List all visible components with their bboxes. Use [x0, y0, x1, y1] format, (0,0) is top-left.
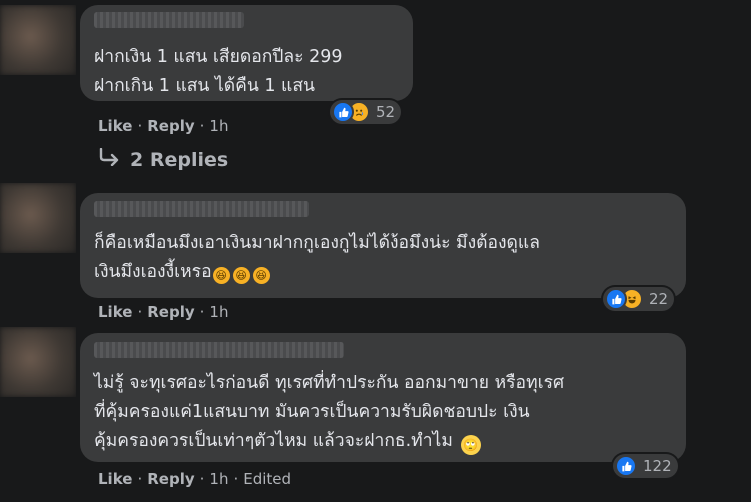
thumbs-up-icon [615, 455, 637, 477]
reaction-count: 22 [649, 290, 669, 308]
reaction-summary[interactable]: 122 [613, 454, 678, 478]
comment-actions: Like · Reply · 1h · Edited [98, 470, 291, 488]
avatar[interactable] [0, 5, 76, 75]
separator: · [233, 470, 239, 488]
reply-button[interactable]: Reply [147, 117, 194, 135]
edited-label: Edited [243, 470, 292, 488]
author-name-redacted[interactable] [94, 12, 244, 28]
comment-actions: Like · Reply · 1h [98, 117, 228, 135]
like-button[interactable]: Like [98, 303, 132, 321]
reaction-count: 122 [643, 457, 672, 475]
separator: · [199, 117, 205, 135]
comment-bubble: ไม่รู้ จะทุเรศอะไรก่อนดี ทุเรศที่ทำประกั… [80, 333, 686, 462]
avatar[interactable] [0, 327, 76, 397]
thumbs-up-icon [605, 288, 627, 310]
comment-body: ก็คือเหมือนมึงเอาเงินมาฝากกูเองกูไม่ได้ง… [94, 233, 540, 282]
view-replies-link[interactable]: 2 Replies [98, 147, 228, 171]
separator: · [199, 303, 205, 321]
separator: · [199, 470, 205, 488]
replies-count-label[interactable]: 2 Replies [130, 149, 228, 171]
like-button[interactable]: Like [98, 117, 132, 135]
thumbs-up-icon [332, 101, 354, 123]
reaction-summary[interactable]: 22 [603, 287, 675, 311]
timestamp[interactable]: 1h [209, 470, 228, 488]
reaction-summary[interactable]: 52 [330, 100, 402, 124]
rofl-emoji-icon: 😆 [212, 267, 230, 284]
comment-bubble: ฝากเงิน 1 แสน เสียดอกปีละ 299 ฝากเกิน 1 … [80, 5, 413, 101]
rolling-eyes-emoji-icon: 🙄 [460, 435, 481, 455]
comment-text: ไม่รู้ จะทุเรศอะไรก่อนดี ทุเรศที่ทำประกั… [94, 369, 672, 456]
comment-bubble: ก็คือเหมือนมึงเอาเงินมาฝากกูเองกูไม่ได้ง… [80, 193, 686, 298]
separator: · [137, 117, 143, 135]
reply-button[interactable]: Reply [147, 470, 194, 488]
separator: · [137, 470, 143, 488]
rofl-emoji-icon: 😆 [252, 267, 270, 284]
reaction-count: 52 [376, 103, 396, 121]
comment-text: ก็คือเหมือนมึงเอาเงินมาฝากกูเองกูไม่ได้ง… [94, 229, 672, 287]
comment-actions: Like · Reply · 1h [98, 303, 228, 321]
timestamp[interactable]: 1h [209, 303, 228, 321]
timestamp[interactable]: 1h [209, 117, 228, 135]
like-button[interactable]: Like [98, 470, 132, 488]
reply-arrow-icon [98, 147, 120, 171]
author-name-redacted[interactable] [94, 342, 344, 358]
rofl-emoji-icon: 😆 [232, 267, 250, 284]
comment-text: ฝากเงิน 1 แสน เสียดอกปีละ 299 ฝากเกิน 1 … [94, 47, 343, 96]
avatar[interactable] [0, 183, 76, 253]
reply-button[interactable]: Reply [147, 303, 194, 321]
author-name-redacted[interactable] [94, 201, 309, 217]
comment-body: ไม่รู้ จะทุเรศอะไรก่อนดี ทุเรศที่ทำประกั… [94, 373, 565, 451]
separator: · [137, 303, 143, 321]
